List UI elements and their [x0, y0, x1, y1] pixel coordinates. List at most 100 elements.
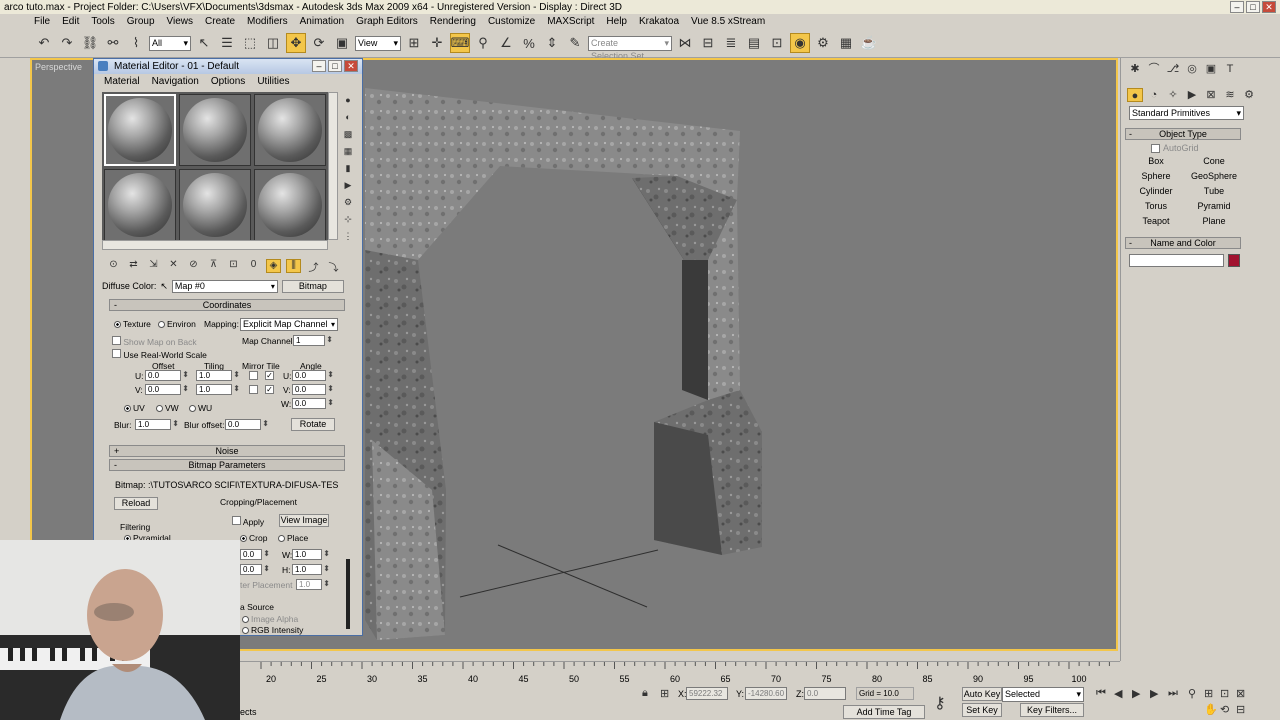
material-map-navigator-icon[interactable]: ⋮: [342, 231, 354, 244]
select-by-material-icon[interactable]: ⊹: [342, 214, 354, 227]
make-unique-icon[interactable]: ⊘: [186, 259, 201, 273]
z-coord-field[interactable]: 0.0: [804, 687, 846, 700]
box-button[interactable]: Box: [1129, 155, 1183, 167]
v-offset-input[interactable]: 0.0: [145, 384, 189, 395]
cylinder-button[interactable]: Cylinder: [1129, 185, 1183, 197]
go-to-parent-icon[interactable]: ⤴: [306, 259, 321, 274]
spinner-snap-icon[interactable]: ⇕: [542, 33, 562, 53]
next-frame-icon[interactable]: ▶: [1150, 687, 1158, 700]
sample-slot[interactable]: [179, 169, 251, 241]
noise-rollout[interactable]: + Noise: [109, 445, 345, 457]
blur-input[interactable]: 1.0: [135, 419, 179, 430]
utilities-tab-icon[interactable]: T: [1222, 62, 1238, 76]
lights-icon[interactable]: ✧: [1165, 88, 1181, 102]
bitmap-parameters-rollout[interactable]: - Bitmap Parameters: [109, 459, 345, 471]
w-angle-input[interactable]: 0.0: [292, 398, 334, 409]
object-type-rollout[interactable]: - Object Type: [1125, 128, 1241, 140]
keyboard-shortcut-override-icon[interactable]: ⌨: [450, 33, 470, 53]
reset-map-icon[interactable]: ✕: [166, 259, 181, 273]
object-name-input[interactable]: [1129, 254, 1224, 267]
get-material-icon[interactable]: ⊙: [106, 259, 121, 273]
menu-graph-editors[interactable]: Graph Editors: [356, 16, 418, 27]
mated-menu-navigation[interactable]: Navigation: [152, 76, 199, 87]
mapping-select[interactable]: Explicit Map Channel: [240, 318, 338, 331]
previous-frame-icon[interactable]: ◀: [1114, 687, 1122, 700]
object-color-swatch[interactable]: [1228, 254, 1240, 267]
sample-slot[interactable]: [104, 94, 176, 166]
coordinates-rollout[interactable]: - Coordinates: [109, 299, 345, 311]
modify-tab-icon[interactable]: ⌒: [1146, 62, 1162, 76]
map-type-button[interactable]: Bitmap: [281, 279, 344, 293]
channel-zero-icon[interactable]: 0: [246, 259, 261, 273]
pyramid-button[interactable]: Pyramid: [1187, 200, 1241, 212]
menu-maxscript[interactable]: MAXScript: [547, 16, 594, 27]
snaps-toggle-icon[interactable]: ⚲: [473, 33, 493, 53]
systems-icon[interactable]: ⚙: [1241, 88, 1257, 102]
edit-named-selection-icon[interactable]: ✎: [565, 33, 585, 53]
zoom-extents-icon[interactable]: ⊡: [1220, 687, 1229, 700]
selection-filter-select[interactable]: All: [149, 35, 191, 51]
reference-coord-select[interactable]: View: [355, 35, 401, 51]
map-channel-input[interactable]: 1: [293, 335, 333, 346]
view-image-button[interactable]: View Image: [279, 514, 329, 527]
rendered-frame-window-icon[interactable]: ▦: [836, 33, 856, 53]
autogrid-checkbox[interactable]: AutoGrid: [1151, 143, 1199, 153]
undo-icon[interactable]: ↶: [34, 33, 54, 53]
environ-radio[interactable]: Environ: [158, 319, 196, 329]
mated-close-button[interactable]: ✕: [344, 60, 358, 72]
assign-to-selection-icon[interactable]: ⇲: [146, 259, 161, 273]
menu-file[interactable]: File: [34, 16, 50, 27]
v-tiling-input[interactable]: 1.0: [196, 384, 240, 395]
material-editor-icon[interactable]: ◉: [790, 33, 810, 53]
show-end-result-icon[interactable]: ⫼: [286, 259, 301, 273]
map-name-select[interactable]: Map #0: [171, 279, 278, 293]
menu-customize[interactable]: Customize: [488, 16, 535, 27]
menu-views[interactable]: Views: [167, 16, 194, 27]
angle-snap-icon[interactable]: ∠: [496, 33, 516, 53]
helpers-icon[interactable]: ⊠: [1203, 88, 1219, 102]
uv-radio[interactable]: UV: [124, 403, 145, 413]
cone-button[interactable]: Cone: [1187, 155, 1241, 167]
quick-render-icon[interactable]: ☕: [859, 33, 879, 53]
mated-maximize-button[interactable]: □: [328, 60, 342, 72]
geosphere-button[interactable]: GeoSphere: [1187, 170, 1241, 182]
menu-create[interactable]: Create: [205, 16, 235, 27]
key-filters-button[interactable]: Key Filters...: [1020, 703, 1084, 717]
auto-key-button[interactable]: Auto Key: [962, 687, 1002, 701]
slots-horizontal-scrollbar[interactable]: [102, 240, 328, 250]
display-tab-icon[interactable]: ▣: [1203, 62, 1219, 76]
u-tile-checkbox[interactable]: ✓: [265, 371, 274, 380]
v-tile-checkbox[interactable]: ✓: [265, 385, 274, 394]
hierarchy-tab-icon[interactable]: ⎇: [1165, 62, 1181, 76]
go-to-start-icon[interactable]: ⏮: [1096, 687, 1106, 700]
background-icon[interactable]: ▩: [342, 129, 354, 142]
maximize-viewport-icon[interactable]: ⊟: [1236, 703, 1245, 716]
redo-icon[interactable]: ↷: [57, 33, 77, 53]
crop-v-input[interactable]: 0.0: [240, 564, 270, 575]
jitter-placement-input[interactable]: 1.0: [296, 579, 330, 590]
menu-tools[interactable]: Tools: [91, 16, 114, 27]
go-to-end-icon[interactable]: ⏭: [1168, 687, 1178, 700]
menu-krakatoa[interactable]: Krakatoa: [639, 16, 679, 27]
orbit-icon[interactable]: ⟲: [1220, 703, 1229, 716]
u-mirror-checkbox[interactable]: [249, 371, 258, 380]
zoom-extents-all-icon[interactable]: ⊠: [1236, 687, 1245, 700]
motion-tab-icon[interactable]: ◎: [1184, 62, 1200, 76]
sample-slot[interactable]: [254, 169, 326, 241]
align-icon[interactable]: ⊟: [698, 33, 718, 53]
apply-checkbox[interactable]: Apply: [232, 516, 264, 527]
pivot-center-icon[interactable]: ⊞: [404, 33, 424, 53]
add-time-tag-button[interactable]: Add Time Tag: [843, 705, 925, 719]
mated-menu-material[interactable]: Material: [104, 76, 140, 87]
real-world-scale-checkbox[interactable]: Use Real-World Scale: [112, 349, 207, 360]
teapot-button[interactable]: Teapot: [1129, 215, 1183, 227]
sample-slot[interactable]: [254, 94, 326, 166]
slots-vertical-scrollbar[interactable]: [328, 92, 338, 240]
timeline-ruler[interactable]: 20 25 30 35 40 45 50 55 60 65 70 75 80 85 90 95 100: [240, 661, 1120, 685]
vw-radio[interactable]: VW: [156, 403, 179, 413]
render-setup-icon[interactable]: ⚙: [813, 33, 833, 53]
select-by-name-icon[interactable]: ☰: [217, 33, 237, 53]
wu-radio[interactable]: WU: [189, 403, 212, 413]
named-selection-set-select[interactable]: Create Selection Set: [588, 35, 672, 61]
sample-type-icon[interactable]: ●: [342, 95, 354, 108]
